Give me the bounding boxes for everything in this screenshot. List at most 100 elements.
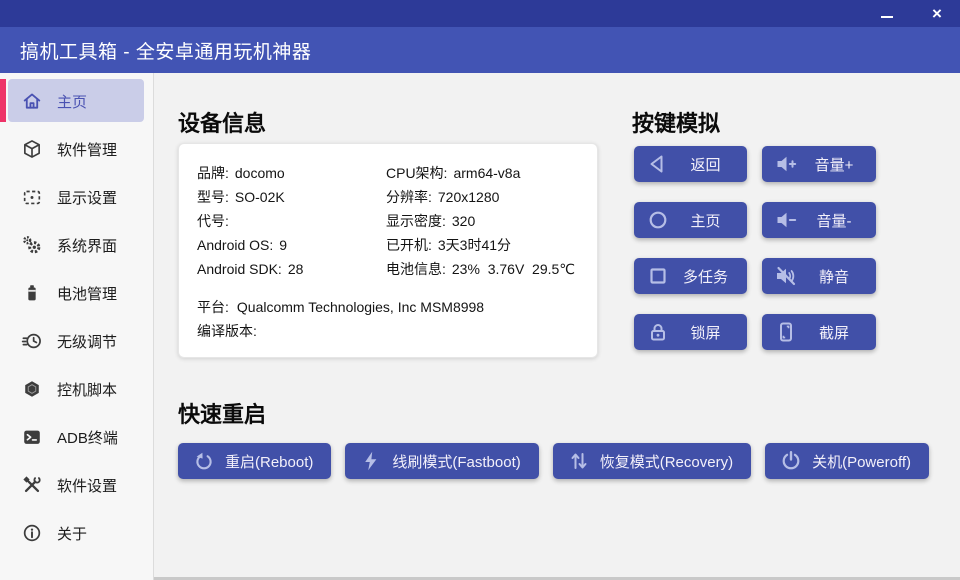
field-label: Android OS: bbox=[197, 237, 273, 253]
sidebar-item-label: 电池管理 bbox=[57, 283, 117, 304]
device-info-row: Android OS: 9 已开机: 3天3时41分 bbox=[197, 233, 579, 257]
package-icon bbox=[21, 138, 43, 160]
sidebar-item-label: 主页 bbox=[57, 91, 87, 112]
volume-up-button[interactable]: 音量+ bbox=[762, 146, 876, 182]
lock-icon bbox=[646, 320, 670, 344]
sidebar-item-app-manage[interactable]: 软件管理 bbox=[0, 125, 153, 173]
button-label: 重启(Reboot) bbox=[225, 451, 313, 472]
sidebar-item-label: 控机脚本 bbox=[57, 379, 117, 400]
button-label: 线刷模式(Fastboot) bbox=[392, 451, 520, 472]
volume-down-icon bbox=[774, 208, 798, 232]
device-info-row: 品牌: docomo CPU架构: arm64-v8a bbox=[197, 161, 579, 185]
field-value: docomo bbox=[235, 165, 285, 181]
minimize-button[interactable] bbox=[870, 0, 904, 27]
lock-screen-button[interactable]: 锁屏 bbox=[634, 314, 747, 350]
button-label: 多任务 bbox=[670, 266, 741, 287]
key-simulation-grid: 返回 音量+ bbox=[634, 146, 876, 350]
device-info-row: 代号: 显示密度:320 bbox=[197, 209, 579, 233]
app-window: × 搞机工具箱 - 全安卓通用玩机神器 主页 bbox=[0, 0, 960, 580]
volume-up-icon bbox=[774, 152, 798, 176]
sidebar-item-label: 无级调节 bbox=[57, 331, 117, 352]
sidebar-item-battery[interactable]: 电池管理 bbox=[0, 269, 153, 317]
field-label: 已开机: bbox=[386, 237, 432, 253]
poweroff-icon bbox=[779, 449, 803, 473]
field-label: 显示密度: bbox=[386, 213, 446, 229]
device-info-card: 品牌: docomo CPU架构: arm64-v8a 型号: SO-02K 分辨率:… bbox=[178, 143, 598, 358]
sidebar-item-about[interactable]: 关于 bbox=[0, 509, 153, 557]
reboot-button[interactable]: 重启(Reboot) bbox=[178, 443, 331, 479]
back-button[interactable]: 返回 bbox=[634, 146, 747, 182]
quick-reboot-heading: 快速重启 bbox=[178, 397, 266, 429]
gears-icon bbox=[21, 234, 43, 256]
sidebar-item-label: 软件设置 bbox=[57, 475, 117, 496]
field-value: arm64-v8a bbox=[453, 165, 520, 181]
button-label: 主页 bbox=[670, 210, 741, 231]
field-value: Qualcomm Technologies, Inc MSM8998 bbox=[237, 299, 484, 315]
field-label: 平台: bbox=[197, 297, 229, 317]
volume-down-button[interactable]: 音量- bbox=[762, 202, 876, 238]
poweroff-button[interactable]: 关机(Poweroff) bbox=[765, 443, 929, 479]
field-label: 分辨率: bbox=[386, 189, 432, 205]
about-icon bbox=[21, 522, 43, 544]
button-label: 截屏 bbox=[798, 322, 870, 343]
recovery-icon bbox=[567, 449, 591, 473]
sidebar-item-system-ui[interactable]: 系统界面 bbox=[0, 221, 153, 269]
field-label: 品牌: bbox=[197, 165, 229, 181]
field-value: SO-02K bbox=[235, 189, 285, 205]
button-label: 音量- bbox=[798, 210, 870, 231]
field-value: 3天3时41分 bbox=[438, 237, 511, 253]
mute-button[interactable]: 静音 bbox=[762, 258, 876, 294]
sidebar-item-label: 系统界面 bbox=[57, 235, 117, 256]
close-icon: × bbox=[932, 4, 942, 24]
key-simulation-heading: 按键模拟 bbox=[632, 106, 720, 138]
home-icon bbox=[21, 90, 43, 112]
sidebar-item-label: 软件管理 bbox=[57, 139, 117, 160]
close-button[interactable]: × bbox=[920, 0, 954, 27]
field-value: 720x1280 bbox=[438, 189, 500, 205]
app-header: 搞机工具箱 - 全安卓通用玩机神器 bbox=[0, 27, 960, 73]
device-info-row: Android SDK: 28 电池信息: 23% 3.76V 29.5℃ bbox=[197, 257, 579, 281]
home-circle-icon bbox=[646, 208, 670, 232]
field-label: 型号: bbox=[197, 189, 229, 205]
sidebar-item-label: 显示设置 bbox=[57, 187, 117, 208]
titlebar: × bbox=[0, 0, 960, 27]
field-label: CPU架构: bbox=[386, 165, 447, 181]
sidebar-item-stepless-tuning[interactable]: 无级调节 bbox=[0, 317, 153, 365]
sidebar-item-adb-terminal[interactable]: ADB终端 bbox=[0, 413, 153, 461]
button-label: 锁屏 bbox=[670, 322, 741, 343]
sidebar-item-app-settings[interactable]: 软件设置 bbox=[0, 461, 153, 509]
multitask-button[interactable]: 多任务 bbox=[634, 258, 747, 294]
sidebar-item-label: 关于 bbox=[57, 523, 87, 544]
back-icon bbox=[646, 152, 670, 176]
battery-icon bbox=[21, 282, 43, 304]
field-value: 9 bbox=[279, 237, 287, 253]
reboot-icon bbox=[192, 449, 216, 473]
sidebar-item-control-script[interactable]: 控机脚本 bbox=[0, 365, 153, 413]
terminal-icon bbox=[21, 426, 43, 448]
screenshot-button[interactable]: 截屏 bbox=[762, 314, 876, 350]
field-value: 23% 3.76V 29.5℃ bbox=[452, 261, 575, 277]
speed-clock-icon bbox=[21, 330, 43, 352]
field-label: 电池信息: bbox=[386, 261, 446, 277]
recovery-button[interactable]: 恢复模式(Recovery) bbox=[553, 443, 751, 479]
hexagon-icon bbox=[21, 378, 43, 400]
button-label: 返回 bbox=[670, 154, 741, 175]
sidebar-item-home[interactable]: 主页 bbox=[0, 77, 153, 125]
sidebar: 主页 软件管理 显示设置 bbox=[0, 73, 154, 580]
app-title: 搞机工具箱 - 全安卓通用玩机神器 bbox=[20, 37, 311, 64]
fastboot-button[interactable]: 线刷模式(Fastboot) bbox=[345, 443, 538, 479]
fastboot-icon bbox=[359, 449, 383, 473]
main-content: 设备信息 按键模拟 快速重启 品牌:docomo CPU架构:arm64-v8a… bbox=[154, 73, 960, 580]
tools-icon bbox=[21, 474, 43, 496]
device-info-row: 平台: Qualcomm Technologies, Inc MSM8998 bbox=[197, 295, 579, 319]
button-label: 关机(Poweroff) bbox=[812, 451, 911, 472]
device-info-row: 型号: SO-02K 分辨率: 720x1280 bbox=[197, 185, 579, 209]
field-value: 320 bbox=[452, 213, 475, 229]
field-label: Android SDK: bbox=[197, 261, 282, 277]
home-button[interactable]: 主页 bbox=[634, 202, 747, 238]
sidebar-item-display-settings[interactable]: 显示设置 bbox=[0, 173, 153, 221]
display-icon bbox=[21, 186, 43, 208]
device-info-row: 编译版本: bbox=[197, 319, 579, 343]
field-value: 28 bbox=[288, 261, 304, 277]
minimize-icon bbox=[881, 16, 893, 18]
